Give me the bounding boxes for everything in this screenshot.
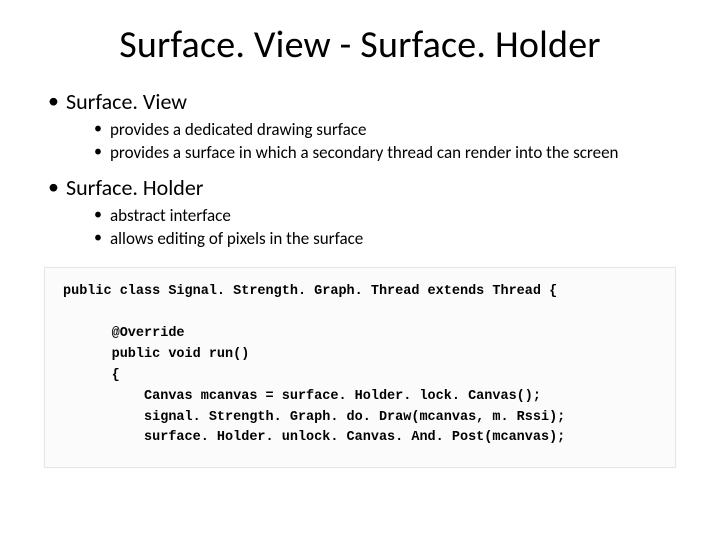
- list-item: provides a surface in which a secondary …: [94, 142, 680, 163]
- slide-title: Surface. View - Surface. Holder: [40, 22, 680, 68]
- bullet-list: Surface. View provides a dedicated drawi…: [40, 88, 680, 249]
- list-item: abstract interface: [94, 205, 680, 226]
- section-heading-text: Surface. Holder: [66, 174, 203, 201]
- sub-list: abstract interface allows editing of pix…: [66, 205, 680, 250]
- section-heading: Surface. Holder abstract interface allow…: [48, 174, 680, 250]
- section-heading: Surface. View provides a dedicated drawi…: [48, 88, 680, 164]
- section-heading-text: Surface. View: [66, 88, 187, 115]
- slide: Surface. View - Surface. Holder Surface.…: [0, 0, 720, 540]
- code-block: public class Signal. Strength. Graph. Th…: [44, 267, 676, 468]
- sub-list: provides a dedicated drawing surface pro…: [66, 119, 680, 164]
- list-item: allows editing of pixels in the surface: [94, 228, 680, 249]
- list-item: provides a dedicated drawing surface: [94, 119, 680, 140]
